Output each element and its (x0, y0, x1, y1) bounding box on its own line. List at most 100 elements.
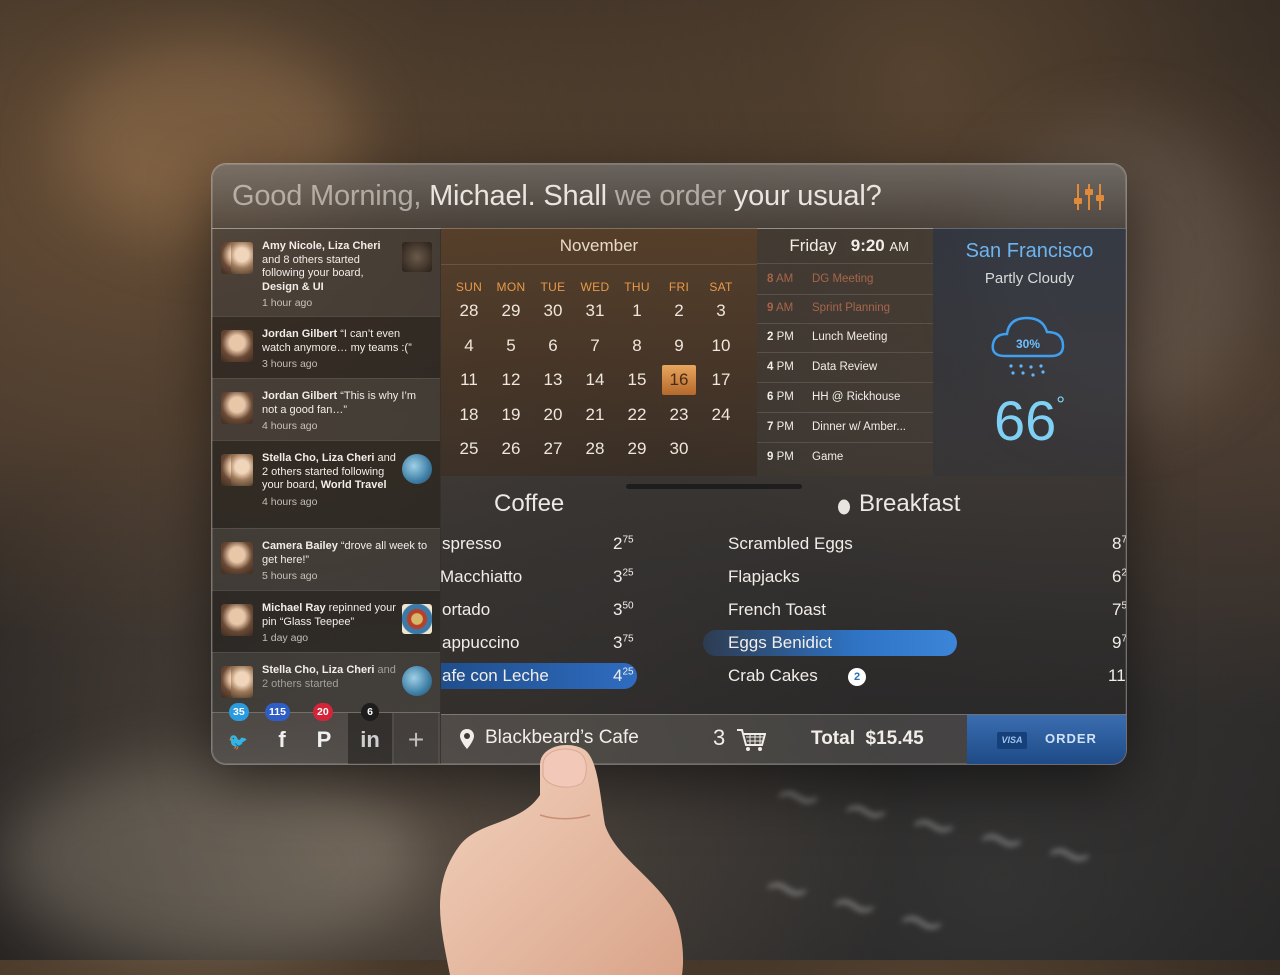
weather-widget[interactable]: San Francisco Partly Cloudy 30% 66° (933, 228, 1126, 476)
feed-time: 1 hour ago (262, 297, 397, 311)
item-price: 750 (1112, 600, 1126, 620)
schedule-event[interactable]: 4 PMData Review (757, 353, 933, 383)
calendar-day[interactable]: 28 (578, 434, 612, 464)
pinterest-icon: P (317, 727, 332, 752)
calendar-day[interactable]: 15 (620, 365, 654, 395)
calendar-day[interactable]: 14 (578, 365, 612, 395)
visa-card-icon: VISA (997, 732, 1027, 749)
calendar-day[interactable]: 26 (494, 434, 528, 464)
drag-handle[interactable] (626, 484, 802, 489)
schedule-event[interactable]: 9 PMGame (757, 443, 933, 472)
calendar-day[interactable]: 21 (578, 400, 612, 430)
calendar-day[interactable]: 22 (620, 400, 654, 430)
feed-item[interactable]: Michael Ray repinned your pin “Glass Tee… (212, 590, 440, 653)
coffee-item[interactable]: afe con Leche (442, 666, 549, 686)
breakfast-item[interactable]: Scrambled Eggs (728, 534, 853, 554)
pinterest-count-badge: 20 (313, 703, 333, 721)
calendar-day[interactable]: 17 (704, 365, 738, 395)
calendar-day[interactable]: 29 (494, 296, 528, 326)
menu-panel[interactable]: Coffee Breakfast spresso 275 Scrambled Egg… (441, 476, 1126, 714)
schedule-event[interactable]: 9 AMSprint Planning (757, 294, 933, 324)
globe-icon (402, 454, 432, 484)
calendar-day[interactable]: 29 (620, 434, 654, 464)
calendar-day[interactable]: 18 (452, 400, 486, 430)
feed-item[interactable]: Camera Bailey “drove all week to get her… (212, 528, 440, 591)
calendar-day[interactable]: 10 (704, 331, 738, 361)
weekday-header: SAT (700, 280, 742, 294)
calendar-day[interactable]: 20 (536, 400, 570, 430)
cart-icon[interactable] (736, 727, 766, 753)
schedule-event[interactable]: 8 AMDG Meeting (757, 265, 933, 295)
feed-item[interactable]: Jordan Gilbert “I can’t even watch anymo… (212, 316, 440, 379)
feed-author: Jordan Gilbert (262, 328, 337, 340)
equalizer-icon[interactable] (1074, 184, 1104, 210)
calendar-day[interactable]: 30 (536, 296, 570, 326)
calendar-day[interactable]: 23 (662, 400, 696, 430)
event-time: 9 PM (767, 443, 794, 472)
coffee-title[interactable]: Coffee (494, 490, 564, 518)
feed-text: Amy Nicole, Liza Cheri and 8 others star… (262, 240, 397, 311)
feed-text: Camera Bailey “drove all week to get her… (262, 540, 434, 584)
calendar-day[interactable]: 5 (494, 331, 528, 361)
coffee-item[interactable]: Macchiatto (440, 567, 522, 587)
facebook-button[interactable]: f 115 (260, 713, 304, 764)
pinterest-button[interactable]: P 20 (302, 713, 346, 764)
calendar-day-today[interactable]: 16 (662, 365, 696, 395)
schedule-event[interactable]: 6 PMHH @ Rickhouse (757, 383, 933, 413)
calendar-day[interactable]: 24 (704, 400, 738, 430)
calendar-day[interactable]: 30 (662, 434, 696, 464)
breakfast-item[interactable]: Flapjacks (728, 567, 800, 587)
greeting: Good Morning, Michael. Shall we order yo… (232, 180, 882, 213)
calendar-day[interactable]: 2 (662, 296, 696, 326)
event-ampm: PM (777, 361, 794, 373)
linkedin-button[interactable]: in 6 (348, 713, 392, 764)
calendar-day[interactable]: 8 (620, 331, 654, 361)
calendar-day[interactable]: 31 (578, 296, 612, 326)
feed-author: Camera Bailey (262, 540, 338, 552)
breakfast-item[interactable]: Crab Cakes (728, 666, 818, 686)
quantity-badge[interactable]: 2 (848, 668, 866, 686)
avatar (221, 542, 253, 574)
breakfast-title[interactable]: Breakfast (859, 490, 960, 518)
calendar-day[interactable]: 27 (536, 434, 570, 464)
event-title: Dinner w/ Amber... (812, 413, 906, 442)
coffee-item[interactable]: appuccino (442, 633, 520, 653)
event-ampm: PM (777, 421, 794, 433)
feed-item[interactable]: Jordan Gilbert “This is why I’m not a go… (212, 378, 440, 441)
order-button[interactable]: VISA ORDER (967, 715, 1126, 764)
temperature: 66° (933, 388, 1126, 453)
feed-item[interactable]: Amy Nicole, Liza Cheri and 8 others star… (212, 228, 440, 317)
twitter-button[interactable]: 🐦 35 (216, 713, 260, 764)
feed-item[interactable]: Stella Cho, Liza Cheri and 2 others star… (212, 440, 440, 529)
event-ampm: PM (777, 331, 794, 343)
board-name: World Travel (321, 479, 387, 491)
calendar-day[interactable]: 28 (452, 296, 486, 326)
event-title: HH @ Rickhouse (812, 383, 900, 412)
total-value: $15.45 (866, 728, 924, 749)
calendar: November SUNMONTUEWEDTHUFRISAT2829303112… (441, 228, 757, 476)
schedule-event[interactable]: 2 PMLunch Meeting (757, 323, 933, 353)
calendar-day[interactable]: 11 (452, 365, 486, 395)
item-price: 275 (613, 534, 634, 554)
social-feed[interactable]: Amy Nicole, Liza Cheri and 8 others star… (212, 228, 440, 712)
avatar (221, 454, 253, 486)
calendar-day[interactable]: 1 (620, 296, 654, 326)
breakfast-item[interactable]: Eggs Benidict (728, 633, 832, 653)
calendar-day[interactable]: 9 (662, 331, 696, 361)
calendar-day[interactable]: 6 (536, 331, 570, 361)
calendar-day[interactable]: 12 (494, 365, 528, 395)
greeting-part: we order (615, 180, 726, 212)
calendar-day[interactable]: 13 (536, 365, 570, 395)
calendar-day[interactable]: 25 (452, 434, 486, 464)
coffee-item[interactable]: spresso (442, 534, 502, 554)
weather-condition: Partly Cloudy (933, 270, 1126, 287)
coffee-item[interactable]: ortado (442, 600, 490, 620)
calendar-day[interactable]: 19 (494, 400, 528, 430)
breakfast-item[interactable]: French Toast (728, 600, 826, 620)
current-time: 9:20 (851, 236, 885, 255)
schedule-event[interactable]: 7 PMDinner w/ Amber... (757, 413, 933, 443)
calendar-day[interactable]: 3 (704, 296, 738, 326)
calendar-day[interactable]: 7 (578, 331, 612, 361)
event-ampm: PM (777, 391, 794, 403)
calendar-day[interactable]: 4 (452, 331, 486, 361)
